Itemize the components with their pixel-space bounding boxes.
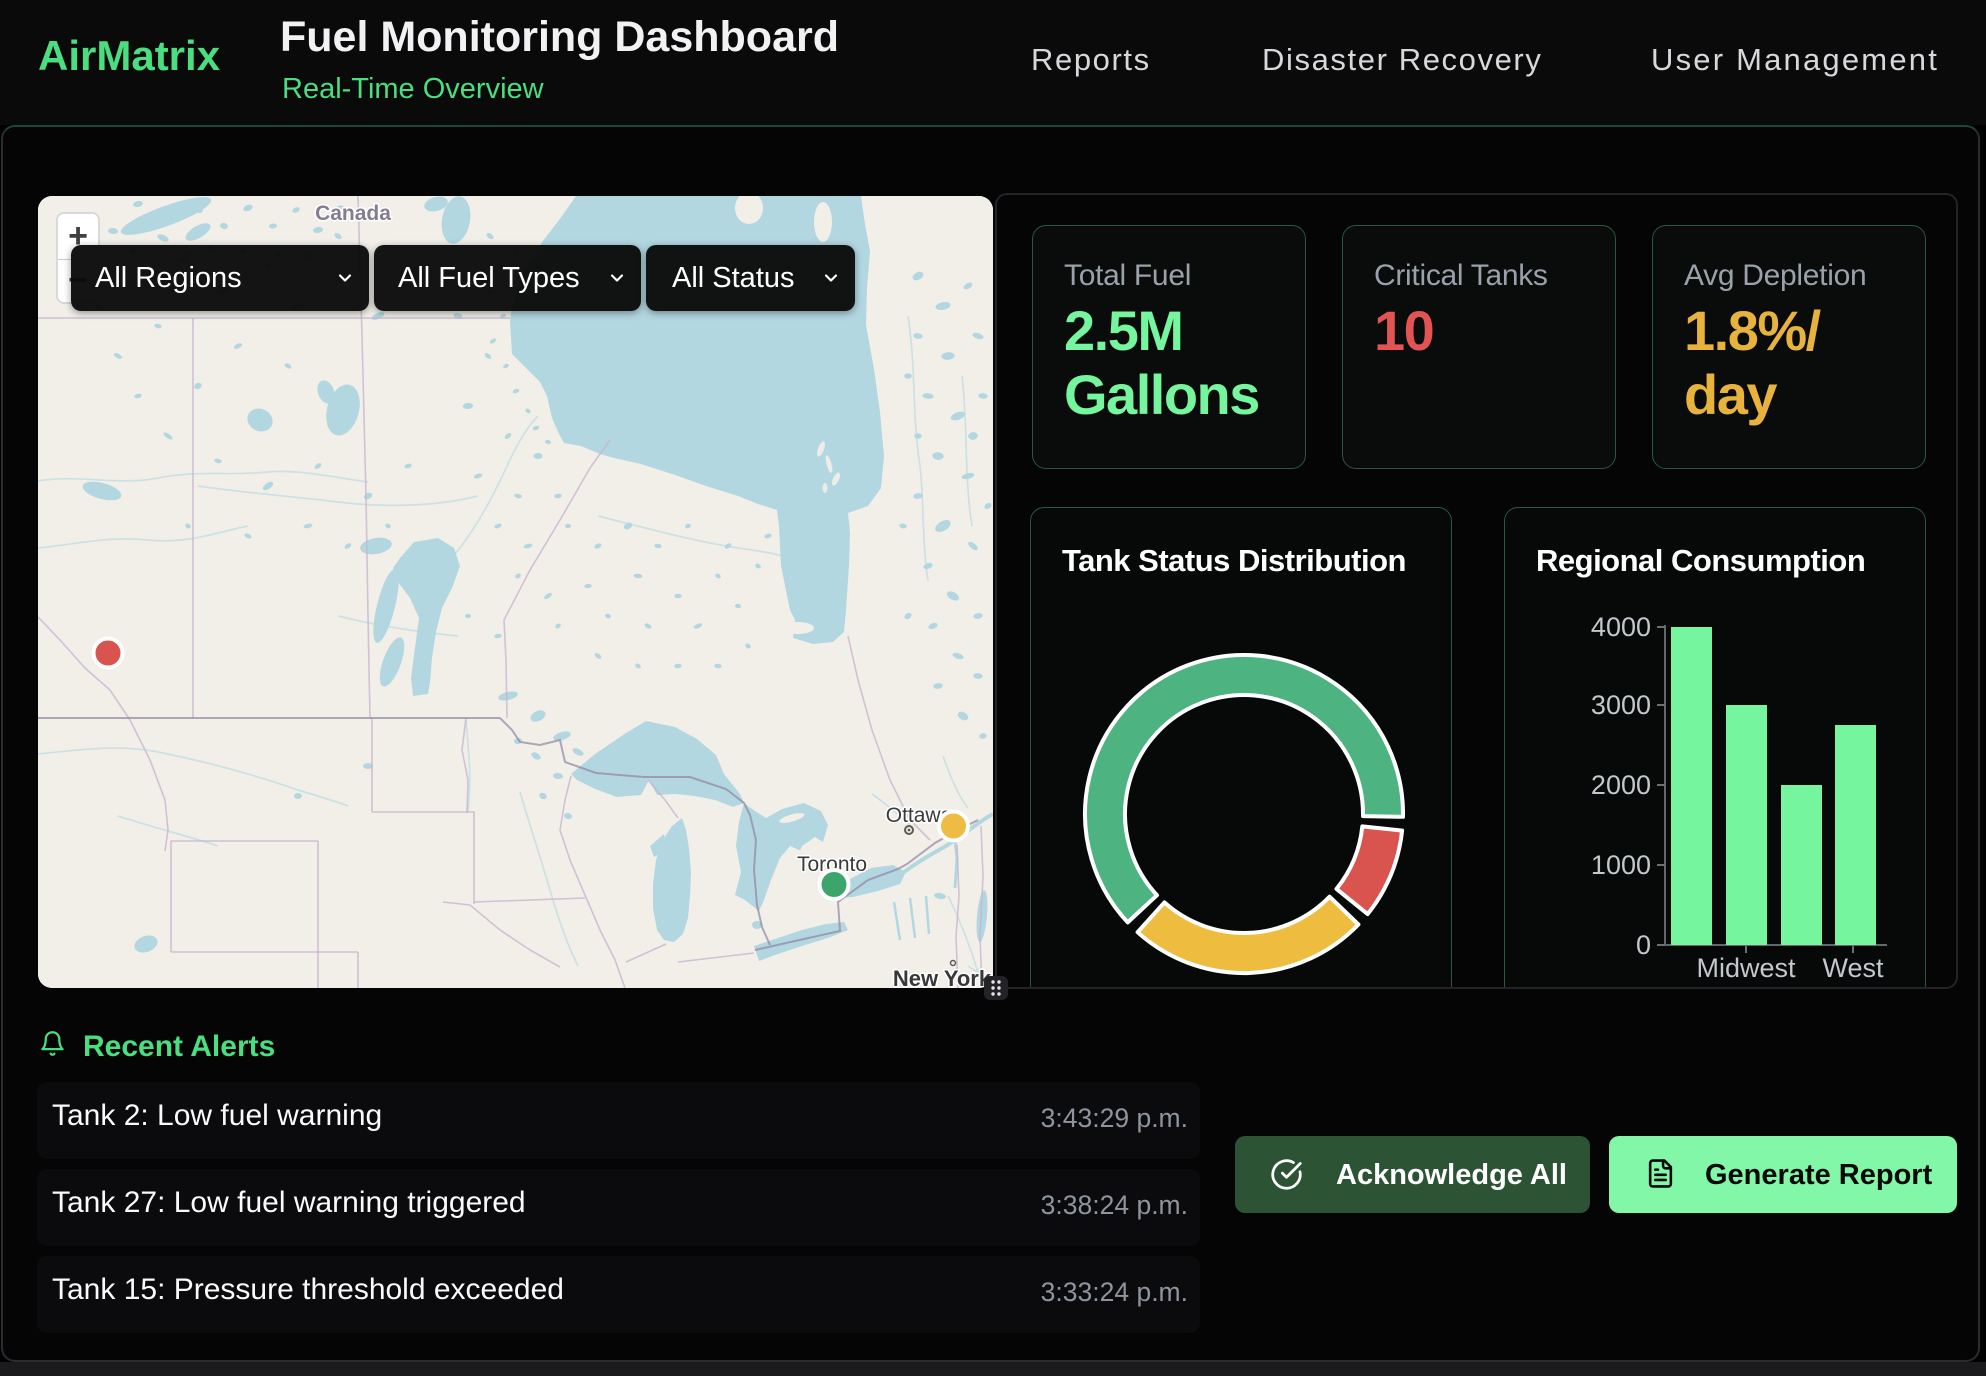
svg-text:4000: 4000: [1591, 612, 1651, 642]
svg-text:0: 0: [1636, 930, 1651, 960]
svg-text:New York: New York: [893, 966, 992, 988]
svg-text:3000: 3000: [1591, 690, 1651, 720]
svg-text:2000: 2000: [1591, 770, 1651, 800]
svg-text:Midwest: Midwest: [1696, 953, 1796, 983]
svg-text:West: West: [1822, 953, 1884, 983]
svg-text:1000: 1000: [1591, 850, 1651, 880]
svg-text:Canada: Canada: [315, 202, 391, 225]
